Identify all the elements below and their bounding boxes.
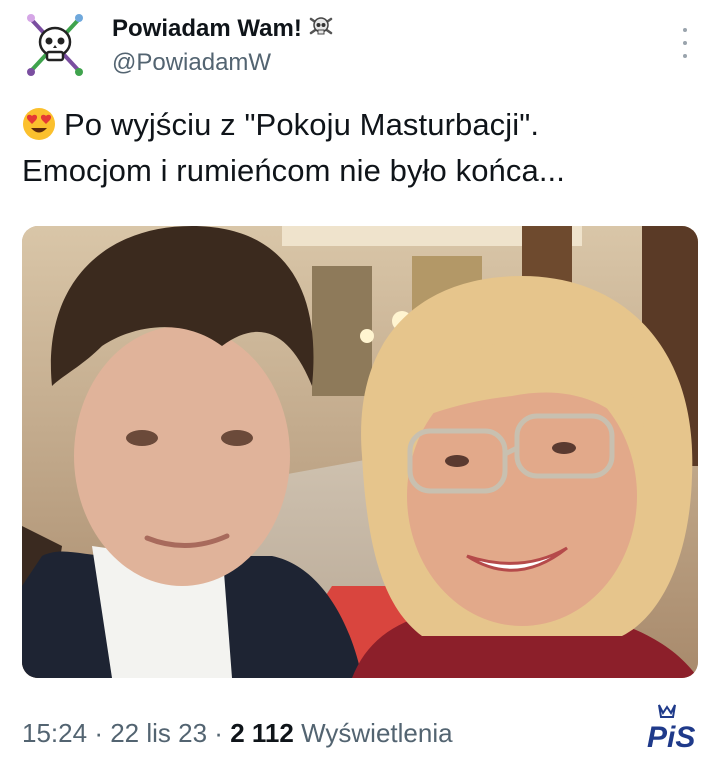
heart-eyes-emoji-icon [23,108,55,140]
tweet-time[interactable]: 15:24 [22,718,87,748]
skull-crossbones-icon [308,15,334,44]
tweet-date[interactable]: 22 lis 23 [110,718,207,748]
more-dots-icon[interactable] [679,28,691,58]
avatar[interactable] [22,12,88,78]
pis-logo-watermark: PiS [645,699,707,755]
tweet-text-line-1-text: Po wyjściu z "Pokoju Masturbacji". [64,107,540,142]
selfie-photo [22,226,698,678]
meta-separator: · [214,718,223,748]
watermark-text: PiS [647,721,695,754]
pis-logo-icon: PiS [647,704,695,754]
display-name[interactable]: Powiadam Wam! [112,14,334,44]
tweet-header: Powiadam Wam! @PowiadamW [112,14,334,78]
tweet-photo[interactable] [22,226,698,678]
meta-separator: · [94,718,103,748]
tweet-text-line-2: Emocjom i rumieńcom nie było końca... [22,153,565,188]
views-count: 2 112 [230,718,294,748]
tweet-card: Powiadam Wam! @PowiadamW Po wyjściu z "P… [0,0,719,763]
tweet-meta: 15:24 · 22 lis 23 · 2 112 Wyświetlenia [22,718,453,749]
tweet-text: Po wyjściu z "Pokoju Masturbacji". Emocj… [22,102,702,194]
display-name-text[interactable]: Powiadam Wam! [112,14,302,44]
user-handle[interactable]: @PowiadamW [112,48,334,78]
tweet-text-line-1: Po wyjściu z "Pokoju Masturbacji". [22,102,702,148]
views-label[interactable]: Wyświetlenia [301,718,452,748]
skull-crossbones-avatar-icon [27,14,83,76]
